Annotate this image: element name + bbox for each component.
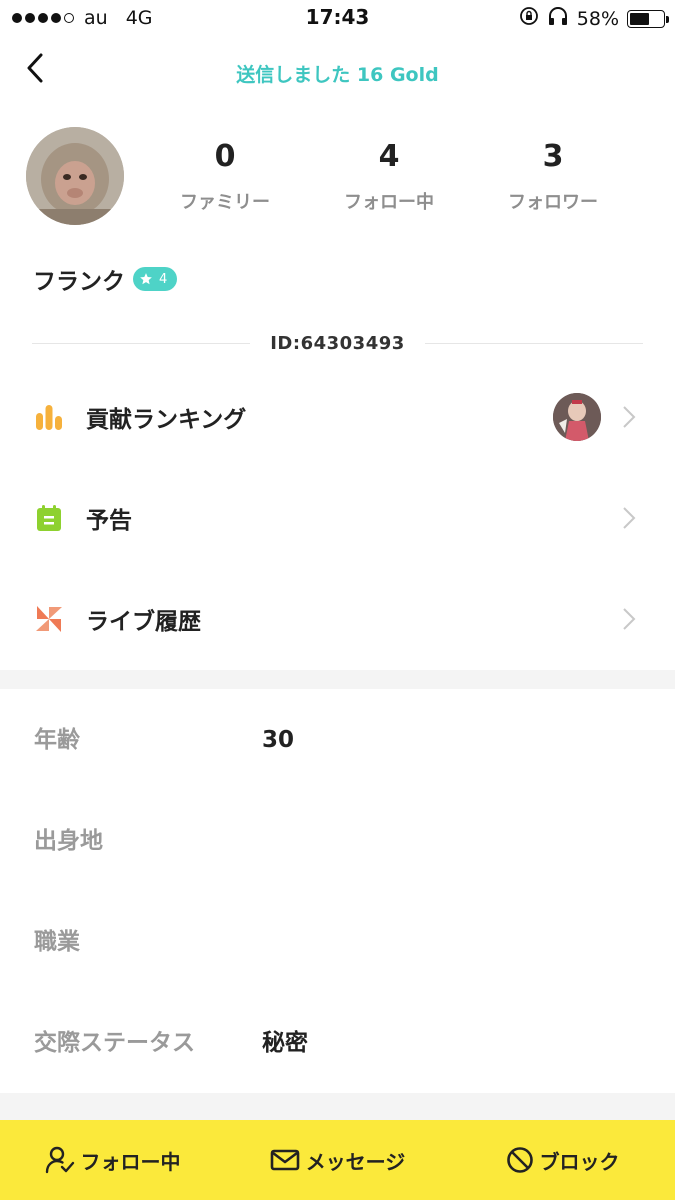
menu-item-announcement[interactable]: 予告 (0, 468, 675, 568)
info-label: 交際ステータス (34, 1030, 195, 1056)
menu-item-live-history[interactable]: ライブ履歴 (0, 569, 675, 669)
sent-gold-notice: 送信しました 16 Gold (236, 64, 439, 86)
info-row-occupation: 職業 (0, 892, 675, 992)
following-stat[interactable]: 4 フォロー中 (319, 140, 459, 214)
block-button[interactable]: ブロック (450, 1120, 675, 1200)
block-icon (506, 1147, 533, 1173)
bar-chart-icon (34, 402, 64, 432)
username-row: フランク 4 (33, 262, 178, 296)
following-button[interactable]: フォロー中 (0, 1120, 225, 1200)
menu-item-contribution-ranking[interactable]: 貢献ランキング (0, 367, 675, 467)
following-button-label: フォロー中 (80, 1149, 181, 1174)
following-label: フォロー中 (344, 192, 434, 213)
following-count: 4 (378, 139, 400, 174)
menu-item-label: 貢献ランキング (86, 407, 247, 433)
block-button-label: ブロック (539, 1149, 620, 1174)
level-number: 4 (159, 271, 168, 287)
divider (32, 342, 251, 344)
message-button[interactable]: メッセージ (225, 1120, 450, 1200)
status-right: 58% (519, 6, 669, 31)
info-row-relationship: 交際ステータス 秘密 (0, 993, 675, 1093)
info-label: 出身地 (34, 828, 103, 854)
menu-item-label: ライブ履歴 (86, 609, 201, 635)
bottom-action-bar: フォロー中 メッセージ ブロック (0, 1120, 675, 1200)
info-label: 職業 (34, 929, 80, 955)
info-value: 秘密 (262, 1030, 308, 1056)
message-button-label: メッセージ (305, 1149, 406, 1174)
section-divider (0, 1093, 675, 1120)
battery-icon (627, 9, 669, 28)
menu-item-label: 予告 (86, 508, 132, 534)
top-contributor-avatar (553, 393, 601, 441)
chevron-right-icon (623, 507, 636, 529)
family-stat[interactable]: 0 ファミリー (155, 140, 295, 214)
battery-percent: 58% (576, 7, 619, 30)
monkey-avatar-image (26, 127, 124, 225)
info-value: 30 (262, 727, 295, 753)
pinwheel-icon (34, 604, 64, 634)
info-row-hometown: 出身地 (0, 791, 675, 891)
section-divider (0, 670, 675, 689)
followers-count: 3 (542, 139, 564, 174)
headphones-icon (547, 6, 569, 31)
rotation-lock-icon (519, 6, 539, 31)
calendar-icon (34, 503, 64, 533)
avatar[interactable] (26, 127, 124, 225)
status-bar: au 4G 17:43 58% (0, 0, 675, 36)
followers-stat[interactable]: 3 フォロワー (483, 140, 623, 214)
divider (424, 342, 644, 344)
user-id-row: ID:64303493 (32, 330, 644, 356)
envelope-icon (270, 1149, 299, 1171)
level-badge: 4 (133, 267, 178, 291)
username: フランク (33, 269, 125, 295)
chevron-right-icon (623, 608, 636, 630)
info-row-age: 年齢 30 (0, 690, 675, 790)
info-label: 年齢 (34, 727, 80, 753)
family-count: 0 (214, 139, 236, 174)
family-label: ファミリー (180, 192, 270, 213)
user-id: ID:64303493 (270, 332, 405, 354)
star-icon (140, 273, 152, 285)
user-check-icon (45, 1146, 74, 1174)
followers-label: フォロワー (508, 192, 598, 213)
chevron-right-icon (623, 406, 636, 428)
